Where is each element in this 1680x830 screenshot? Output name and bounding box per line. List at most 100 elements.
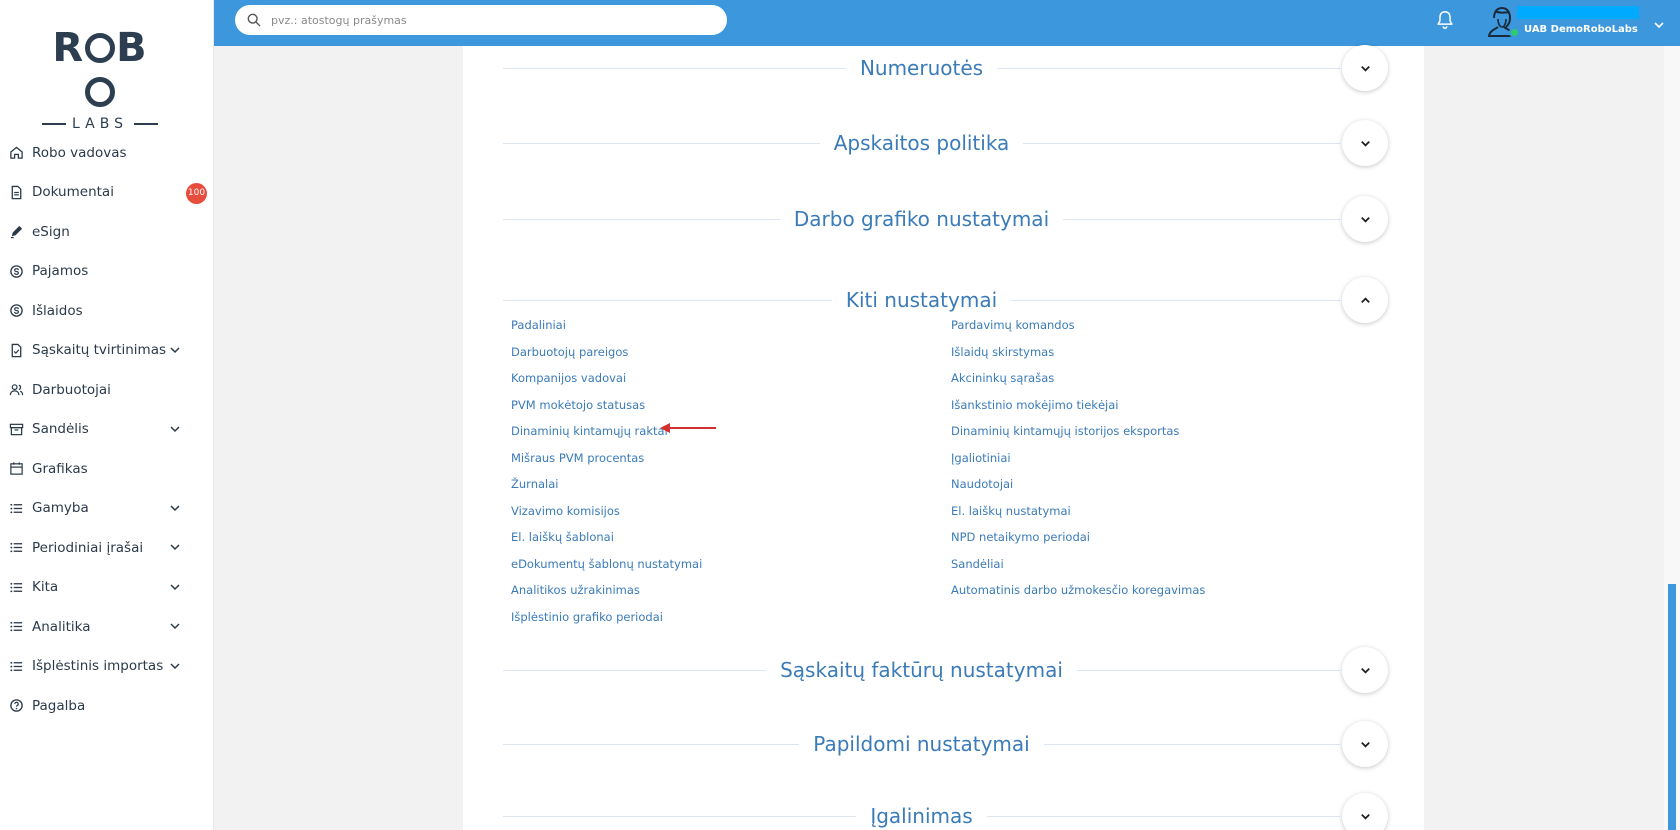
expand-button[interactable]: [1342, 647, 1388, 693]
sidebar-item-4[interactable]: Išlaidos: [0, 291, 214, 331]
section-apskaitos-politika[interactable]: Apskaitos politika: [503, 119, 1388, 167]
sidebar-item-3[interactable]: Pajamos: [0, 252, 214, 292]
sidebar-item-label: Periodiniai įrašai: [32, 539, 144, 556]
settings-link[interactable]: Mišraus PVM procentas: [511, 445, 931, 472]
chevron-down-icon[interactable]: [168, 501, 182, 515]
settings-link[interactable]: Išlaidų skirstymas: [951, 339, 1371, 366]
settings-link[interactable]: Analitikos užrakinimas: [511, 577, 931, 604]
sidebar-item-0[interactable]: Robo vadovas: [0, 133, 214, 173]
sidebar-item-14[interactable]: Pagalba: [0, 686, 214, 726]
section-numeruotes[interactable]: Numeruotės: [503, 44, 1388, 92]
list-icon: [8, 619, 24, 635]
sidebar-item-label: Sandėlis: [32, 421, 89, 438]
section-darbo-grafiko[interactable]: Darbo grafiko nustatymai: [503, 195, 1388, 243]
links-left-column: Padaliniai Darbuotojų pareigos Kompanijos …: [511, 312, 931, 630]
expand-button[interactable]: [1342, 793, 1388, 830]
sidebar-item-5[interactable]: Sąskaitų tvirtinimas: [0, 331, 214, 371]
invoice-check-icon: [8, 342, 24, 358]
settings-link[interactable]: PVM mokėtojo statusas: [511, 392, 931, 419]
settings-link[interactable]: Išplėstinio grafiko periodai: [511, 604, 931, 631]
search-input[interactable]: [271, 13, 691, 27]
settings-link[interactable]: Žurnalai: [511, 471, 931, 498]
expand-button[interactable]: [1342, 120, 1388, 166]
settings-link[interactable]: Sandėliai: [951, 551, 1371, 578]
chevron-up-icon: [1360, 296, 1370, 303]
section-title: Numeruotės: [845, 56, 998, 80]
red-arrow-annotation: [660, 423, 716, 433]
expand-button[interactable]: [1342, 721, 1388, 767]
chevron-down-icon[interactable]: [1652, 18, 1666, 32]
sidebar-item-6[interactable]: Darbuotojai: [0, 370, 214, 410]
sidebar-item-label: Dokumentai: [32, 184, 114, 201]
chevron-down-icon[interactable]: [168, 659, 182, 673]
expand-button[interactable]: [1342, 196, 1388, 242]
sidebar-item-2[interactable]: eSign: [0, 212, 214, 252]
chevron-down-icon: [1360, 813, 1370, 820]
notification-badge: 100: [186, 182, 207, 204]
sidebar-item-11[interactable]: Kita: [0, 568, 214, 608]
settings-link[interactable]: Išankstinio mokėjimo tiekėjai: [951, 392, 1371, 419]
search-box[interactable]: [235, 5, 727, 35]
expense-icon: [8, 303, 24, 319]
section-title: Papildomi nustatymai: [799, 732, 1044, 756]
sidebar-item-12[interactable]: Analitika: [0, 607, 214, 647]
archive-icon: [8, 421, 24, 437]
sidebar-item-label: Išlaidos: [32, 302, 83, 319]
sidebar: RB LABS Robo vadovas Dokumentai 100 eSign Pa…: [0, 0, 214, 830]
section-title: Apskaitos politika: [819, 131, 1024, 155]
settings-link[interactable]: Vizavimo komisijos: [511, 498, 931, 525]
chevron-down-icon: [1360, 216, 1370, 223]
section-title: Sąskaitų faktūrų nustatymai: [766, 658, 1077, 682]
sidebar-item-1[interactable]: Dokumentai 100: [0, 173, 214, 213]
sidebar-item-label: Kita: [32, 579, 59, 596]
pen-icon: [8, 224, 24, 240]
help-icon: [8, 698, 24, 714]
settings-link[interactable]: Įgaliotiniai: [951, 445, 1371, 472]
calendar-icon: [8, 461, 24, 477]
section-title: Darbo grafiko nustatymai: [779, 207, 1064, 231]
list-icon: [8, 658, 24, 674]
sidebar-item-7[interactable]: Sandėlis: [0, 410, 214, 450]
top-bar: UAB DemoRoboLabs: [214, 0, 1680, 46]
settings-link[interactable]: Automatinis darbo užmokesčio koregavimas: [951, 577, 1371, 604]
scrollbar-thumb[interactable]: [1668, 584, 1676, 830]
settings-link[interactable]: Akcininkų sąrašas: [951, 365, 1371, 392]
settings-link[interactable]: NPD netaikymo periodai: [951, 524, 1371, 551]
chevron-down-icon: [1360, 65, 1370, 72]
settings-link[interactable]: Darbuotojų pareigos: [511, 339, 931, 366]
sidebar-item-label: Darbuotojai: [32, 381, 111, 398]
chevron-down-icon[interactable]: [168, 343, 182, 357]
online-status-dot: [1509, 27, 1520, 38]
chevron-down-icon[interactable]: [168, 580, 182, 594]
chevron-down-icon[interactable]: [168, 422, 182, 436]
expand-button[interactable]: [1342, 45, 1388, 91]
settings-link[interactable]: Naudotojai: [951, 471, 1371, 498]
settings-link[interactable]: Dinaminių kintamųjų istorijos eksportas: [951, 418, 1371, 445]
settings-link[interactable]: El. laiškų nustatymai: [951, 498, 1371, 525]
section-papildomi[interactable]: Papildomi nustatymai: [503, 720, 1388, 768]
document-icon: [8, 184, 24, 200]
sidebar-item-8[interactable]: Grafikas: [0, 449, 214, 489]
settings-link[interactable]: Kompanijos vadovai: [511, 365, 931, 392]
section-title: Kiti nustatymai: [831, 288, 1012, 312]
sidebar-item-10[interactable]: Periodiniai įrašai: [0, 528, 214, 568]
section-title: Įgalinimas: [856, 804, 987, 828]
settings-link[interactable]: Pardavimų komandos: [951, 312, 1371, 339]
settings-link[interactable]: Dinaminių kintamųjų raktai: [511, 418, 931, 445]
company-name[interactable]: UAB DemoRoboLabs: [1524, 24, 1638, 35]
settings-link[interactable]: El. laiškų šablonai: [511, 524, 931, 551]
chevron-down-icon[interactable]: [168, 619, 182, 633]
chevron-down-icon[interactable]: [168, 540, 182, 554]
sidebar-item-13[interactable]: Išplėstinis importas: [0, 647, 214, 687]
settings-link[interactable]: Padaliniai: [511, 312, 931, 339]
sidebar-item-label: Grafikas: [32, 460, 88, 477]
bell-icon[interactable]: [1434, 9, 1456, 31]
page-scrollbar[interactable]: [1664, 46, 1680, 830]
sidebar-item-9[interactable]: Gamyba: [0, 489, 214, 529]
section-igalinimas[interactable]: Įgalinimas: [503, 792, 1388, 830]
sidebar-item-label: eSign: [32, 223, 70, 240]
settings-link[interactable]: eDokumentų šablonų nustatymai: [511, 551, 931, 578]
links-right-column: Pardavimų komandos Išlaidų skirstymas Akci…: [951, 312, 1371, 604]
robolabs-logo[interactable]: RB LABS: [40, 26, 160, 132]
section-saskaitu-fakturu[interactable]: Sąskaitų faktūrų nustatymai: [503, 646, 1388, 694]
